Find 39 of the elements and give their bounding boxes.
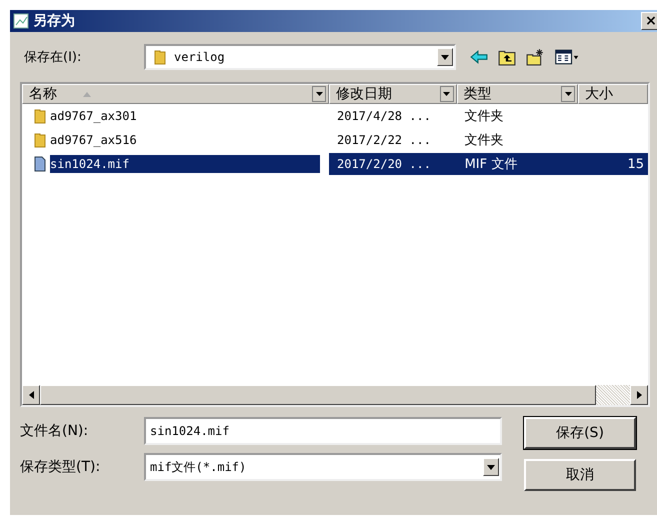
file-type-label: 保存类型(T): (20, 458, 102, 476)
file-type-dropdown[interactable]: mif文件(*.mif) (144, 453, 502, 481)
close-button[interactable]: × (641, 12, 657, 30)
file-date: 2017/2/22 ... (337, 133, 432, 147)
file-date: 2017/4/28 ... (337, 109, 432, 123)
file-name-field[interactable]: sin1024.mif (144, 417, 502, 445)
view-menu-icon[interactable] (554, 48, 580, 66)
file-date: 2017/2/20 ... (337, 157, 432, 171)
file-type: 文件夹 (464, 132, 504, 149)
new-folder-icon[interactable] (526, 48, 544, 66)
file-icon (34, 155, 46, 173)
back-arrow-icon[interactable] (470, 48, 488, 66)
file-size: 15 (627, 156, 644, 172)
file-name: sin1024.mif (50, 155, 320, 173)
save-in-dropdown[interactable]: verilog (144, 44, 456, 70)
save-button[interactable]: 保存(S) (524, 417, 636, 449)
file-name: ad9767_ax301 (50, 108, 138, 125)
folder-icon (34, 107, 46, 125)
file-name-label: 文件名(N): (20, 422, 90, 440)
file-type: MIF 文件 (464, 156, 518, 173)
folder-icon (34, 131, 46, 149)
up-folder-icon[interactable] (498, 48, 516, 66)
scroll-left-icon[interactable] (28, 391, 34, 399)
window-title: 另存为 (33, 12, 76, 30)
cancel-button[interactable]: 取消 (524, 459, 636, 491)
file-row[interactable]: ad9767_ax516 2017/2/22 ... 文件夹 (22, 128, 648, 152)
column-header[interactable]: 名称 (22, 84, 329, 104)
scroll-right-icon[interactable] (636, 391, 642, 399)
sort-arrow-icon (83, 92, 91, 97)
file-name: ad9767_ax516 (50, 132, 138, 149)
chart-icon (13, 13, 29, 29)
folder-icon (154, 48, 166, 66)
file-row[interactable]: ad9767_ax301 2017/4/28 ... 文件夹 (22, 104, 648, 128)
column-header[interactable]: 大小 (578, 84, 648, 104)
column-header[interactable]: 修改日期 (329, 84, 457, 104)
file-type: 文件夹 (464, 108, 504, 125)
file-row[interactable]: sin1024.mif 2017/2/20 ... MIF 文件 15 (22, 152, 648, 176)
column-header[interactable]: 类型 (456, 84, 578, 104)
save-in-label: 保存在(I): (23, 49, 82, 66)
